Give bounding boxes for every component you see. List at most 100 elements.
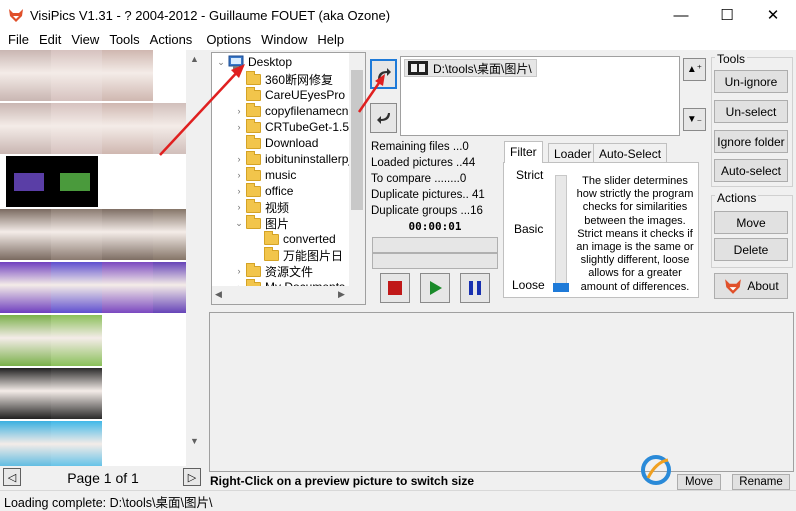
tree-node[interactable]: › copyfilenamecn [234, 102, 349, 119]
folder-path: D:\tools\桌面\图片\ [433, 61, 532, 76]
thumbnail[interactable] [102, 103, 153, 154]
expand-icon[interactable]: › [234, 186, 244, 196]
tree-node[interactable]: › CRTubeGet-1.5 [234, 118, 350, 135]
thumbnail[interactable] [51, 315, 102, 366]
thumbnail[interactable] [102, 209, 153, 260]
thumbnail[interactable] [102, 50, 153, 101]
tree-node[interactable]: CareUEyesPro [234, 86, 346, 103]
preview-area[interactable] [209, 312, 794, 472]
thumbnail[interactable] [0, 209, 51, 260]
autoselect-button[interactable]: Auto-select [714, 159, 788, 182]
menu-view[interactable]: View [66, 30, 104, 47]
move-down-button[interactable]: ▼₋ [683, 108, 706, 131]
ignore-folder-button[interactable]: Ignore folder [714, 130, 788, 153]
play-button[interactable] [420, 273, 450, 303]
tab-filter[interactable]: Filter [504, 141, 543, 163]
play-icon [430, 281, 442, 295]
filter-slider[interactable] [555, 175, 567, 291]
thumbnail[interactable] [153, 262, 186, 313]
thumbnail[interactable] [0, 315, 51, 366]
scroll-right-icon[interactable]: ▶ [338, 289, 345, 300]
title-bar: VisiPics V1.31 - ? 2004-2012 - Guillaume… [0, 0, 796, 30]
thumbnail[interactable] [51, 50, 102, 101]
thumbnail[interactable] [102, 262, 153, 313]
menu-options[interactable]: Options [201, 30, 256, 47]
tree-node[interactable]: › iobituninstallerpj [234, 150, 351, 167]
tree-node[interactable]: › 视频 [234, 198, 290, 215]
page-prev-icon[interactable]: ◁ [3, 468, 21, 486]
tab-autoselect[interactable]: Auto-Select [593, 143, 668, 163]
tree-node[interactable]: 万能图片日 [252, 246, 343, 263]
folder-icon [264, 246, 279, 261]
thumbnail[interactable] [51, 209, 102, 260]
arrow-up-icon: ▲⁺ [686, 64, 703, 75]
about-button[interactable]: About [714, 273, 788, 299]
tree-hscrollbar[interactable]: ◀ ▶ [212, 286, 349, 304]
pause-button[interactable] [460, 273, 490, 303]
unignore-button[interactable]: Un-ignore [714, 70, 788, 93]
menu-edit[interactable]: Edit [34, 30, 66, 47]
expand-icon[interactable]: › [234, 202, 244, 212]
menu-window[interactable]: Window [256, 30, 312, 47]
tree-node[interactable]: converted [252, 230, 336, 247]
menu-file[interactable]: File [0, 30, 34, 47]
expand-icon[interactable]: › [234, 266, 244, 276]
move-up-button[interactable]: ▲⁺ [683, 58, 706, 81]
minimize-button[interactable]: — [658, 0, 704, 30]
tree-node[interactable]: › office [234, 182, 294, 199]
menu-actions[interactable]: Actions [145, 30, 198, 47]
tree-label: CRTubeGet-1.5 [265, 120, 350, 134]
filter-slider-thumb[interactable] [553, 283, 569, 292]
expand-icon[interactable]: › [234, 170, 244, 180]
move-button[interactable]: Move [714, 211, 788, 234]
page-label: Page 1 of 1 [67, 470, 139, 486]
folder-icon [246, 166, 261, 181]
tree-label: copyfilenamecn [265, 104, 349, 118]
thumbnail[interactable] [0, 262, 51, 313]
actions-title: Actions [715, 191, 759, 205]
watermark-logo [640, 452, 790, 488]
stat-loaded: Loaded pictures ..44 [371, 157, 476, 169]
stop-button[interactable] [380, 273, 410, 303]
pause-icon [469, 281, 481, 295]
scroll-left-icon[interactable]: ◀ [215, 289, 222, 300]
menu-help[interactable]: Help [312, 30, 349, 47]
thumbnail[interactable] [51, 421, 102, 466]
thumbnail[interactable] [153, 209, 186, 260]
folder-icon [246, 198, 261, 213]
page-next-icon[interactable]: ▷ [183, 468, 201, 486]
thumbnail[interactable] [0, 50, 51, 101]
unselect-button[interactable]: Un-select [714, 100, 788, 123]
delete-button[interactable]: Delete [714, 238, 788, 261]
thumbnail-row [0, 262, 186, 313]
tree-label: office [265, 184, 294, 198]
stat-duplicates: Duplicate pictures.. 41 [371, 189, 485, 201]
thumbnail[interactable] [51, 103, 102, 154]
thumbnail[interactable] [51, 368, 102, 419]
arrow-down-icon: ▼₋ [686, 114, 703, 125]
filter-strict-label: Strict [516, 168, 544, 182]
expand-icon[interactable]: ⌄ [234, 218, 244, 229]
menu-tools[interactable]: Tools [104, 30, 144, 47]
close-button[interactable]: ✕ [750, 0, 796, 30]
tree-label: 视频 [265, 200, 290, 215]
tree-label: CareUEyesPro [265, 88, 346, 102]
window-title: VisiPics V1.31 - ? 2004-2012 - Guillaume… [30, 8, 391, 23]
maximize-button[interactable]: ☐ [704, 0, 750, 30]
thumbnail[interactable] [52, 156, 98, 207]
thumbnail[interactable] [0, 368, 51, 419]
tree-node[interactable]: › music [234, 166, 296, 183]
folder-list-item[interactable]: D:\tools\桌面\图片\ [404, 59, 537, 77]
tree-node[interactable]: ⌄ 图片 [234, 214, 289, 231]
scroll-down-icon[interactable]: ▼ [186, 432, 203, 449]
menu-bar: File Edit View Tools Actions Options Window Hel… [0, 30, 796, 50]
tab-loader[interactable]: Loader [548, 143, 598, 163]
thumbnail[interactable] [0, 103, 51, 154]
tree-node[interactable]: › 资源文件 [234, 262, 313, 279]
thumbnail[interactable] [0, 421, 51, 466]
progress-bar-2 [372, 253, 498, 269]
thumbnail[interactable] [51, 262, 102, 313]
thumbnail-row [0, 421, 102, 466]
thumbnail[interactable] [6, 156, 52, 207]
stat-remaining: Remaining files ...0 [371, 141, 469, 153]
